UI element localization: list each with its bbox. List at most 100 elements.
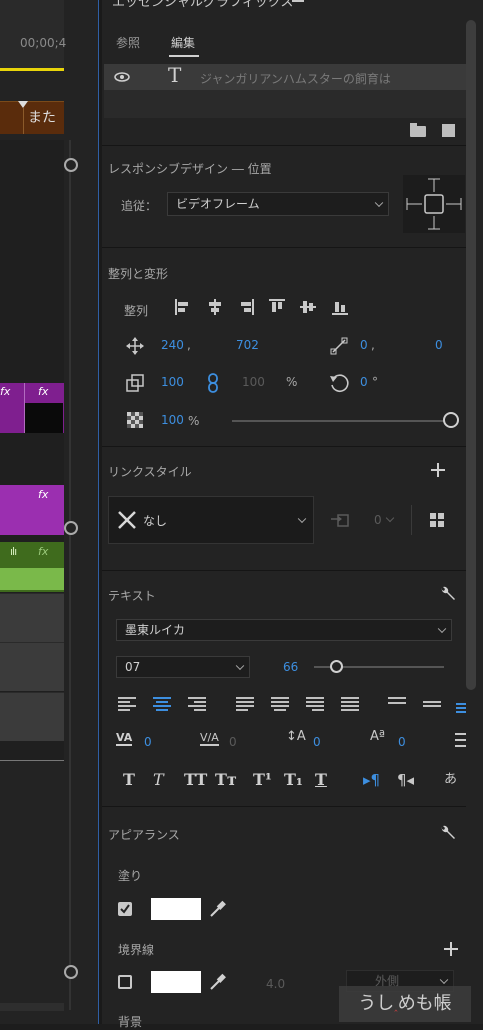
baseline-shift-icon: Aª	[370, 729, 386, 744]
pin-grid-icon	[406, 178, 462, 230]
faux-bold-icon[interactable]: T	[123, 770, 135, 789]
checkmark-icon	[120, 904, 130, 914]
empty-track[interactable]	[0, 593, 64, 642]
work-area-bar[interactable]	[0, 68, 64, 71]
align-text-center-icon[interactable]	[153, 697, 171, 711]
eyedropper-icon[interactable]	[208, 972, 226, 992]
graphic-clip[interactable]	[0, 485, 64, 535]
leading-value[interactable]: 0	[313, 735, 321, 749]
tab-browse[interactable]: 参照	[116, 34, 140, 51]
justify-left-icon[interactable]	[236, 697, 254, 711]
align-text-right-icon[interactable]	[188, 697, 206, 711]
track-scrollbar[interactable]	[69, 140, 71, 1010]
font-size-value[interactable]: 66	[283, 660, 298, 674]
position-y-value[interactable]: 702	[236, 338, 259, 352]
clip-thumbnail	[25, 403, 63, 433]
align-middle-text-icon[interactable]	[423, 699, 441, 713]
justify-all-icon[interactable]	[341, 697, 359, 711]
zoom-handle[interactable]	[64, 965, 78, 979]
position-x-value[interactable]: 240	[161, 338, 184, 352]
scale-width-value[interactable]: 100	[161, 375, 184, 389]
timeline-ruler[interactable]	[0, 0, 64, 70]
position-separator: ,	[187, 338, 191, 352]
fx-badge-icon: fx	[38, 385, 49, 398]
opacity-slider-track[interactable]	[232, 420, 446, 422]
align-center-horizontal-icon[interactable]	[207, 299, 223, 315]
track-divider	[0, 760, 64, 761]
align-right-icon[interactable]	[238, 299, 254, 315]
font-style-value: 07	[125, 660, 141, 674]
zoom-handle[interactable]	[64, 158, 78, 172]
tsume-icon[interactable]	[455, 733, 466, 747]
ltr-direction-icon[interactable]: ▸¶	[363, 771, 380, 789]
scale-height-value[interactable]: 100	[242, 375, 265, 389]
opacity-value[interactable]: 100	[161, 413, 184, 427]
timeline-hscrollbar[interactable]	[0, 1003, 64, 1011]
superscript-icon[interactable]: T¹	[253, 770, 272, 789]
baseline-shift-value[interactable]: 0	[398, 735, 406, 749]
waveform-icon: ılı	[10, 545, 17, 558]
font-size-slider-handle[interactable]	[330, 660, 343, 673]
anchor-x-value[interactable]: 0	[360, 338, 368, 352]
sync-style-icon[interactable]	[330, 510, 350, 528]
marker-line	[23, 108, 24, 134]
eye-icon[interactable]	[114, 72, 130, 82]
align-text-left-icon[interactable]	[118, 697, 136, 711]
pin-position-widget[interactable]	[403, 175, 465, 233]
font-style-dropdown[interactable]: 07	[116, 656, 250, 678]
panel-menu-icon[interactable]	[292, 0, 304, 2]
chevron-down-icon	[437, 624, 447, 634]
wrench-icon[interactable]	[439, 585, 457, 603]
new-layer-icon[interactable]	[442, 124, 455, 137]
style-browser-icon[interactable]	[430, 513, 444, 527]
justify-right-icon[interactable]	[306, 697, 324, 711]
align-center-vertical-icon[interactable]	[300, 299, 316, 315]
opacity-checker-icon	[127, 412, 143, 428]
layer-list[interactable]	[104, 90, 466, 118]
all-caps-icon[interactable]: TT	[184, 770, 207, 789]
stroke-width-value[interactable]: 4.0	[266, 977, 285, 991]
align-top-icon[interactable]	[269, 299, 285, 315]
rtl-direction-icon[interactable]: ¶◂	[397, 771, 414, 789]
eyedropper-icon[interactable]	[208, 899, 226, 919]
position-move-icon	[126, 337, 144, 355]
underline-icon[interactable]: T	[315, 770, 327, 789]
empty-track[interactable]	[0, 642, 64, 691]
align-bottom-icon[interactable]	[332, 299, 348, 315]
opacity-unit: %	[188, 414, 200, 428]
panel-title: エッセンシャルグラフィックス	[112, 0, 294, 10]
anchor-separator: ,	[371, 338, 375, 352]
tab-edit[interactable]: 編集	[171, 34, 195, 51]
justify-center-icon[interactable]	[271, 697, 289, 711]
anchor-y-value[interactable]: 0	[435, 338, 443, 352]
font-family-value: 墨東ルイカ	[125, 623, 186, 637]
add-style-icon[interactable]	[430, 462, 446, 478]
folder-icon[interactable]	[410, 126, 426, 137]
playhead-icon[interactable]	[18, 101, 28, 108]
stroke-color-swatch[interactable]	[151, 971, 201, 993]
text-style-options-icon[interactable]: あ	[444, 768, 457, 787]
link-style-dropdown[interactable]: なし	[108, 496, 314, 544]
follow-dropdown[interactable]: ビデオフレーム	[167, 192, 389, 216]
panel-scrollbar[interactable]	[466, 20, 476, 690]
faux-italic-icon[interactable]: T	[153, 770, 164, 789]
align-bottom-text-icon[interactable]	[456, 703, 466, 717]
align-section-title: 整列と変形	[108, 267, 169, 281]
wrench-icon[interactable]	[439, 824, 457, 842]
small-caps-icon[interactable]: Tт	[215, 770, 237, 789]
align-top-text-icon[interactable]	[388, 697, 406, 711]
empty-track[interactable]	[0, 692, 64, 741]
font-family-dropdown[interactable]: 墨東ルイカ	[116, 619, 452, 641]
opacity-slider-handle[interactable]	[443, 412, 459, 428]
stroke-checkbox[interactable]	[118, 975, 132, 989]
fill-checkbox[interactable]	[118, 902, 132, 916]
kerning-value[interactable]: 0	[229, 735, 237, 749]
align-left-icon[interactable]	[175, 299, 191, 315]
fill-color-swatch[interactable]	[151, 898, 201, 920]
subscript-icon[interactable]: T₁	[284, 770, 303, 789]
link-scale-icon[interactable]	[207, 373, 219, 393]
tracking-value[interactable]: 0	[144, 735, 152, 749]
zoom-handle[interactable]	[64, 521, 78, 535]
rotation-value[interactable]: 0	[360, 375, 368, 389]
add-stroke-icon[interactable]	[443, 941, 459, 957]
